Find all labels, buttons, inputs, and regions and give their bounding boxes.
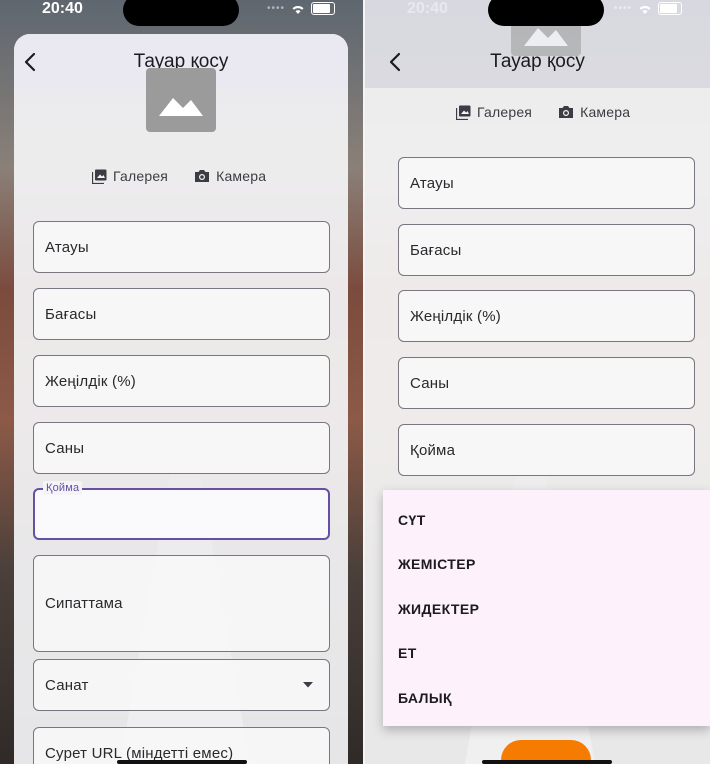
name-field[interactable]: Атауы [398, 157, 695, 209]
price-field[interactable]: Бағасы [398, 224, 695, 276]
battery-icon [311, 2, 335, 15]
warehouse-field[interactable]: Қойма [33, 481, 330, 540]
image-source-actions: Галерея Камера [92, 168, 266, 184]
camera-label: Камера [580, 104, 631, 120]
name-field-label: Атауы [410, 174, 454, 192]
quantity-field[interactable]: Саны [33, 422, 330, 474]
wifi-icon [639, 5, 651, 14]
price-field[interactable]: Бағасы [33, 288, 330, 340]
dynamic-island [123, 0, 239, 26]
camera-icon [559, 106, 574, 118]
signal-icon: •••• [613, 3, 632, 14]
image-url-field-label: Сурет URL (міндетті емес) [45, 744, 234, 762]
status-time: 20:40 [407, 0, 448, 17]
page-title: Тауар қосу [490, 51, 585, 72]
menu-item-fruits[interactable]: ЖЕМІСТЕР [398, 556, 476, 572]
warehouse-dropdown-menu: СҮТ ЖЕМІСТЕР ЖИДЕКТЕР ЕТ БАЛЫҚ [383, 490, 710, 726]
warehouse-field[interactable]: Қойма [398, 424, 695, 476]
photo-library-icon [456, 105, 471, 120]
battery-icon [658, 2, 682, 15]
status-time: 20:40 [42, 0, 83, 17]
dropdown-arrow-icon [303, 682, 313, 688]
dynamic-island [488, 0, 604, 26]
add-product-sheet: Тауар қосу Галерея Камера Атауы Бағасы Ж… [14, 34, 348, 764]
category-dropdown-label: Санат [45, 676, 89, 694]
home-indicator [482, 760, 612, 764]
gallery-button[interactable]: Галерея [92, 168, 168, 184]
warehouse-field-label: Қойма [43, 481, 83, 495]
camera-icon [195, 170, 210, 182]
name-field[interactable]: Атауы [33, 221, 330, 273]
description-field-label: Сипаттама [45, 595, 123, 612]
image-source-actions: Галерея Камера [456, 104, 630, 120]
menu-item-milk[interactable]: СҮТ [398, 512, 426, 528]
gallery-button[interactable]: Галерея [456, 104, 532, 120]
menu-item-meat[interactable]: ЕТ [398, 645, 417, 661]
camera-button[interactable]: Камера [558, 104, 630, 120]
camera-button[interactable]: Камера [194, 168, 266, 184]
signal-icon: •••• [266, 3, 285, 14]
discount-field-label: Жеңілдік (%) [410, 307, 501, 325]
gallery-label: Галерея [477, 104, 533, 120]
left-screen: 20:40 •••• Тауар қосу Галерея Камера Ата… [0, 0, 363, 764]
image-icon [159, 98, 203, 116]
menu-item-liquids[interactable]: ЖИДЕКТЕР [398, 601, 479, 617]
discount-field-label: Жеңілдік (%) [45, 372, 136, 390]
quantity-field-label: Саны [410, 374, 450, 392]
gallery-label: Галерея [113, 168, 169, 184]
price-field-label: Бағасы [410, 241, 462, 259]
price-field-label: Бағасы [45, 305, 97, 323]
category-dropdown[interactable]: Санат [33, 659, 330, 711]
right-screen: Тауар қосу 20:40 •••• Галерея Камера Ата… [365, 0, 710, 764]
quantity-field-label: Саны [45, 439, 85, 457]
name-field-label: Атауы [45, 238, 89, 256]
discount-field[interactable]: Жеңілдік (%) [33, 355, 330, 407]
menu-item-fish[interactable]: БАЛЫҚ [398, 690, 452, 706]
photo-library-icon [92, 169, 107, 184]
quantity-field[interactable]: Саны [398, 357, 695, 409]
status-icons: •••• [614, 2, 682, 15]
wifi-icon [292, 5, 304, 14]
image-placeholder [146, 68, 216, 132]
warehouse-field-label: Қойма [410, 441, 456, 459]
description-field[interactable]: Сипаттама [33, 555, 330, 652]
home-indicator [117, 760, 247, 764]
image-url-field[interactable]: Сурет URL (міндетті емес) [33, 727, 330, 764]
status-icons: •••• [267, 2, 335, 15]
discount-field[interactable]: Жеңілдік (%) [398, 290, 695, 342]
camera-label: Камера [216, 168, 267, 184]
